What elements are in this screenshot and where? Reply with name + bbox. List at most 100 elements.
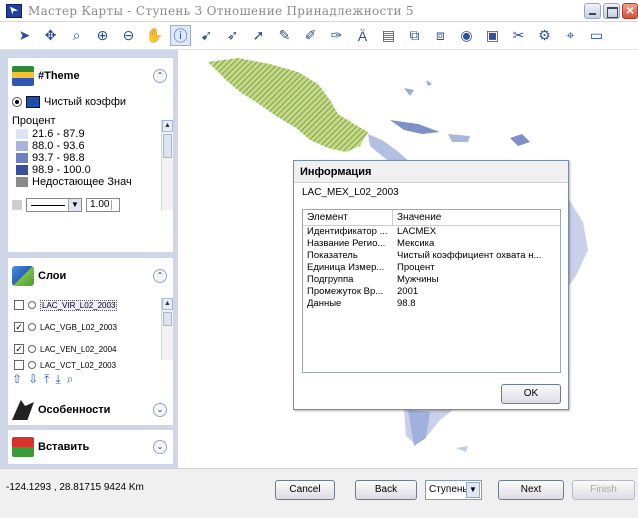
next-button[interactable]: Next: [498, 480, 564, 500]
features-header[interactable]: Особенности ⌄: [8, 395, 173, 425]
layer-item[interactable]: ✓ LAC_VEN_L02_2004: [8, 338, 173, 360]
info-dialog: Информация LAC_MEX_L02_2003 Элемент Знач…: [293, 160, 569, 410]
move-up-icon[interactable]: ⇧: [12, 372, 22, 387]
column-header-value[interactable]: Значение: [393, 210, 441, 225]
theme-scrollbar[interactable]: ▲: [161, 120, 173, 210]
ok-button[interactable]: OK: [501, 384, 561, 404]
mexico-shape[interactable]: [208, 58, 368, 152]
table-row[interactable]: Данные 98.8: [303, 298, 560, 310]
layer-radio[interactable]: [28, 361, 36, 369]
move-top-icon[interactable]: ⤒: [44, 372, 49, 387]
layer-checkbox[interactable]: ✓: [14, 322, 24, 332]
maximize-button[interactable]: [603, 3, 620, 19]
scroll-thumb[interactable]: [163, 134, 172, 158]
line-width-stepper[interactable]: 1.00: [86, 198, 120, 212]
chevron-down-icon[interactable]: ⌄: [153, 403, 167, 417]
theme-item[interactable]: Чистый коэффи: [8, 94, 173, 110]
select-layer-icon[interactable]: ➚: [248, 25, 269, 46]
step-select[interactable]: Ступень 3 ▼: [425, 480, 482, 500]
layer-edit-icon[interactable]: ⧈: [430, 25, 451, 46]
layer-item[interactable]: LAC_VCT_L02_2003: [8, 360, 173, 370]
left-panel: #Theme ⌃ ▲ Чистый коэффи Процент 21.6 - …: [0, 50, 178, 468]
app-icon: [6, 3, 22, 18]
zoom-region-icon[interactable]: ⌕: [66, 25, 87, 46]
layer-item[interactable]: ✓ LAC_VGB_L02_2003: [8, 316, 173, 338]
legend-label: 93.7 - 98.8: [32, 152, 85, 164]
measure-icon[interactable]: ✐: [300, 25, 321, 46]
zoom-out-icon[interactable]: ⊖: [118, 25, 139, 46]
layers-section: Слои ⌃ ▲ LAC_VIR_L02_2003 ✓ LAC_VGB_L02_…: [8, 258, 173, 418]
finish-button[interactable]: Finish: [572, 480, 635, 500]
insert-header[interactable]: Вставить ⌄: [8, 430, 173, 464]
table-row[interactable]: Подгруппа Мужчины: [303, 274, 560, 286]
layer-checkbox[interactable]: ✓: [14, 344, 24, 354]
line-style-select[interactable]: ▼: [26, 198, 82, 212]
legend-label: Недостающее Знач: [32, 176, 132, 188]
table-row[interactable]: Единица Измер... Процент: [303, 262, 560, 274]
circle-icon[interactable]: ◉: [456, 25, 477, 46]
minimize-button[interactable]: [584, 3, 601, 19]
layer-checkbox[interactable]: [14, 300, 24, 310]
table-row[interactable]: Показатель Чистый коэффициент охвата н..…: [303, 250, 560, 262]
line-style-controls: ▼ 1.00: [8, 198, 173, 212]
scroll-thumb[interactable]: [163, 312, 172, 326]
insert-icon: [12, 437, 34, 457]
node-icon[interactable]: ✑: [326, 25, 347, 46]
chevron-up-icon[interactable]: ⌃: [153, 69, 167, 83]
layer-item[interactable]: LAC_VIR_L02_2003: [8, 294, 173, 316]
window-icon[interactable]: ▭: [586, 25, 607, 46]
layer-radio[interactable]: [28, 301, 36, 309]
close-button[interactable]: [622, 2, 638, 19]
legend-item: 21.6 - 87.9: [12, 128, 173, 140]
theme-radio[interactable]: [12, 97, 22, 107]
chart-icon[interactable]: ✂: [508, 25, 529, 46]
arrow-icon[interactable]: ➤: [14, 25, 35, 46]
scroll-up-icon[interactable]: ▲: [162, 120, 173, 132]
layer-radio[interactable]: [28, 345, 36, 353]
legend-item: Недостающее Знач: [12, 176, 173, 188]
layer-name: LAC_VIR_L02_2003: [40, 299, 118, 311]
cancel-button[interactable]: Cancel: [275, 480, 335, 500]
map-toolbar: ➤ ✥ ⌕ ⊕ ⊖ ✋ ⓘ ➹ ➶ ➚ ✎ ✐ ✑ Ä ▤ ⧉ ⧈ ◉ ▣ ✂ …: [0, 22, 638, 50]
layers-title: Слои: [38, 270, 67, 282]
table-row[interactable]: Идентификатор ... LACMEX: [303, 226, 560, 238]
layer-checkbox[interactable]: [14, 360, 24, 370]
layers-header[interactable]: Слои ⌃: [8, 258, 173, 294]
chevron-down-icon[interactable]: ▼: [68, 199, 81, 211]
move-bottom-icon[interactable]: ⤓: [55, 372, 60, 387]
zoom-extent-icon[interactable]: ⌖: [560, 25, 581, 46]
legend-label: 21.6 - 87.9: [32, 128, 85, 140]
map-canvas[interactable]: Информация LAC_MEX_L02_2003 Элемент Знач…: [178, 50, 638, 468]
layers-scrollbar[interactable]: ▲: [161, 298, 173, 360]
chevron-down-icon[interactable]: ▼: [466, 482, 480, 498]
table-row[interactable]: Название Регио... Мексика: [303, 238, 560, 250]
back-button[interactable]: Back: [355, 480, 417, 500]
legend-icon[interactable]: ▤: [378, 25, 399, 46]
hispaniola-shape: [448, 134, 470, 142]
caribbean-island-shape: [404, 88, 414, 96]
theme-header[interactable]: #Theme ⌃: [8, 58, 173, 94]
draw-icon[interactable]: ✎: [274, 25, 295, 46]
label-icon[interactable]: Ä: [352, 25, 373, 46]
info-icon[interactable]: ⓘ: [170, 25, 191, 46]
legend-label: 88.0 - 93.6: [32, 140, 85, 152]
line-color-swatch[interactable]: [12, 200, 22, 210]
zoom-in-icon[interactable]: ⊕: [92, 25, 113, 46]
layer-radio[interactable]: [28, 323, 36, 331]
layer-add-icon[interactable]: ⧉: [404, 25, 425, 46]
select-multi-icon[interactable]: ➶: [222, 25, 243, 46]
chevron-down-icon[interactable]: ⌄: [153, 440, 167, 454]
scroll-up-icon[interactable]: ▲: [162, 298, 173, 310]
pan-icon[interactable]: ✥: [40, 25, 61, 46]
insert-section: Вставить ⌄: [8, 430, 173, 464]
legend-swatch: [16, 141, 28, 151]
move-down-icon[interactable]: ⇩: [28, 372, 38, 387]
settings-icon[interactable]: ⚙: [534, 25, 555, 46]
save-icon[interactable]: ▣: [482, 25, 503, 46]
hand-icon[interactable]: ✋: [144, 25, 165, 46]
chevron-up-icon[interactable]: ⌃: [153, 269, 167, 283]
select-icon[interactable]: ➹: [196, 25, 217, 46]
layer-properties-icon[interactable]: ⌕: [67, 372, 74, 387]
table-row[interactable]: Промежуток Вр... 2001: [303, 286, 560, 298]
column-header-element[interactable]: Элемент: [303, 210, 393, 225]
